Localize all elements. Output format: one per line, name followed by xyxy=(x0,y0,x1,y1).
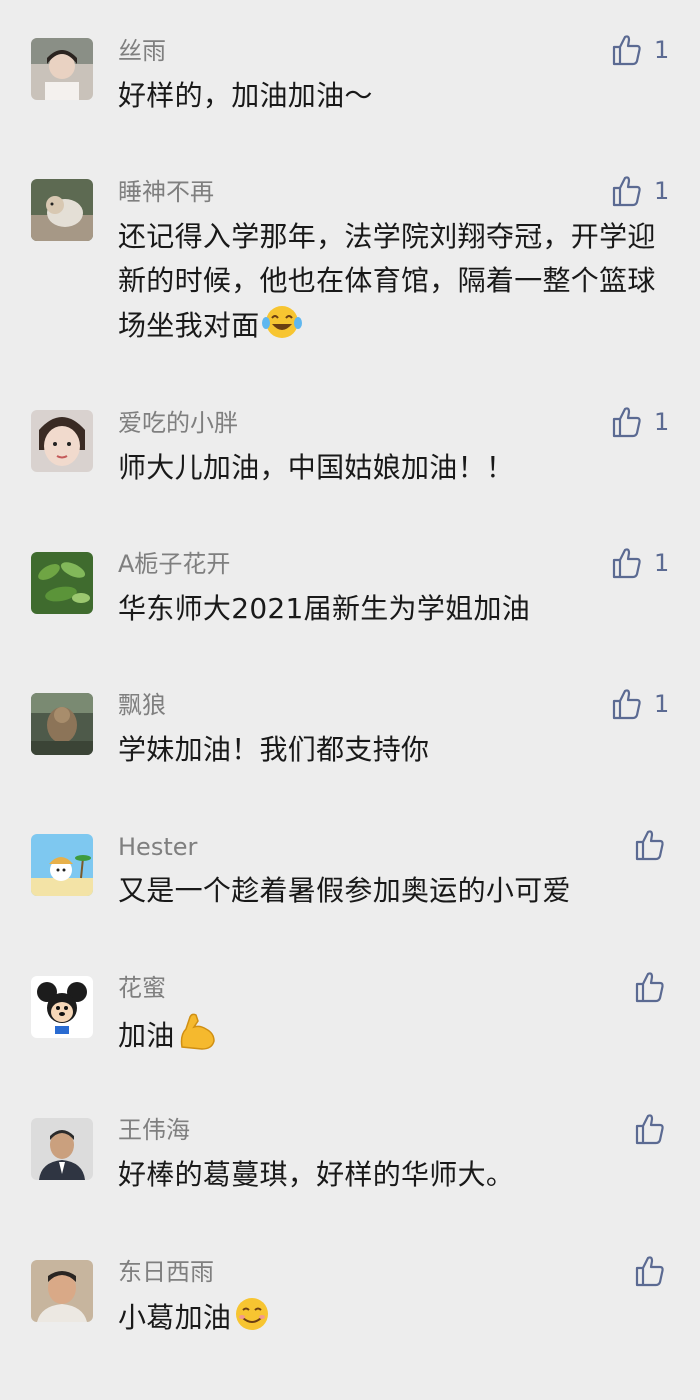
like-button[interactable]: 1 xyxy=(611,405,669,439)
comment-text-body: 加油 xyxy=(118,1019,175,1052)
commenter-name[interactable]: 花蜜 xyxy=(118,973,166,1003)
like-button[interactable] xyxy=(634,1254,664,1288)
comment-text: 还记得入学那年，法学院刘翔夺冠，开学迎新的时候，他也在体育馆，隔着一整个篮球场坐… xyxy=(118,215,678,348)
commenter-name[interactable]: A栀子花开 xyxy=(118,549,230,579)
comment-text: 华东师大2021届新生为学姐加油 xyxy=(118,592,531,625)
flexed-biceps-emoji xyxy=(180,1013,215,1050)
like-count: 1 xyxy=(654,36,670,64)
comment-text: 学妹加油！我们都支持你 xyxy=(118,733,430,766)
avatar[interactable] xyxy=(31,976,93,1038)
like-count: 1 xyxy=(654,690,670,718)
commenter-name[interactable]: 东日西雨 xyxy=(118,1257,214,1287)
like-count: 1 xyxy=(654,549,670,577)
thumbs-up-icon xyxy=(612,548,641,579)
like-button[interactable] xyxy=(634,828,664,862)
comment-text-body: 还记得入学那年，法学院刘翔夺冠，开学迎新的时候，他也在体育馆，隔着一整个篮球场坐… xyxy=(118,220,656,342)
avatar[interactable] xyxy=(31,179,93,241)
thumbs-up-icon xyxy=(635,972,664,1003)
avatar[interactable] xyxy=(31,410,93,472)
commenter-name[interactable]: 丝雨 xyxy=(118,36,166,66)
thumbs-up-icon xyxy=(612,176,641,207)
thumbs-up-icon xyxy=(635,1256,664,1287)
avatar[interactable] xyxy=(31,1260,93,1322)
comment-text: 师大儿加油，中国姑娘加油！！ xyxy=(118,451,515,484)
avatar[interactable] xyxy=(31,38,93,100)
comment-text: 好棒的葛蔓琪，好样的华师大。 xyxy=(118,1158,515,1191)
like-button[interactable]: 1 xyxy=(611,174,669,208)
thumbs-up-icon xyxy=(612,689,641,720)
smiling-face-emoji xyxy=(236,1298,269,1330)
avatar[interactable] xyxy=(31,552,93,614)
like-button[interactable]: 1 xyxy=(611,33,669,67)
thumbs-up-icon xyxy=(612,35,641,66)
thumbs-up-icon xyxy=(635,1114,664,1145)
like-button[interactable] xyxy=(634,1112,664,1146)
commenter-name[interactable]: Hester xyxy=(118,832,197,862)
like-count: 1 xyxy=(654,177,670,205)
comment-text: 小葛加油 xyxy=(118,1295,678,1340)
comment-text-body: 小葛加油 xyxy=(118,1301,232,1334)
like-button[interactable]: 1 xyxy=(611,687,669,721)
like-button[interactable]: 1 xyxy=(611,546,669,580)
comment-text: 好样的，加油加油～ xyxy=(118,79,373,112)
thumbs-up-icon xyxy=(635,830,664,861)
commenter-name[interactable]: 爱吃的小胖 xyxy=(118,408,238,438)
comment-text: 加油 xyxy=(118,1011,678,1058)
avatar[interactable] xyxy=(31,1118,93,1180)
avatar[interactable] xyxy=(31,693,93,755)
like-count: 1 xyxy=(654,408,670,436)
commenter-name[interactable]: 王伟海 xyxy=(118,1115,190,1145)
thumbs-up-icon xyxy=(612,407,641,438)
avatar[interactable] xyxy=(31,834,93,896)
commenter-name[interactable]: 飘狼 xyxy=(118,690,166,720)
tears-of-joy-emoji xyxy=(261,306,302,338)
commenter-name[interactable]: 睡神不再 xyxy=(118,177,214,207)
like-button[interactable] xyxy=(634,970,664,1004)
comment-text: 又是一个趁着暑假参加奥运的小可爱 xyxy=(118,874,571,907)
